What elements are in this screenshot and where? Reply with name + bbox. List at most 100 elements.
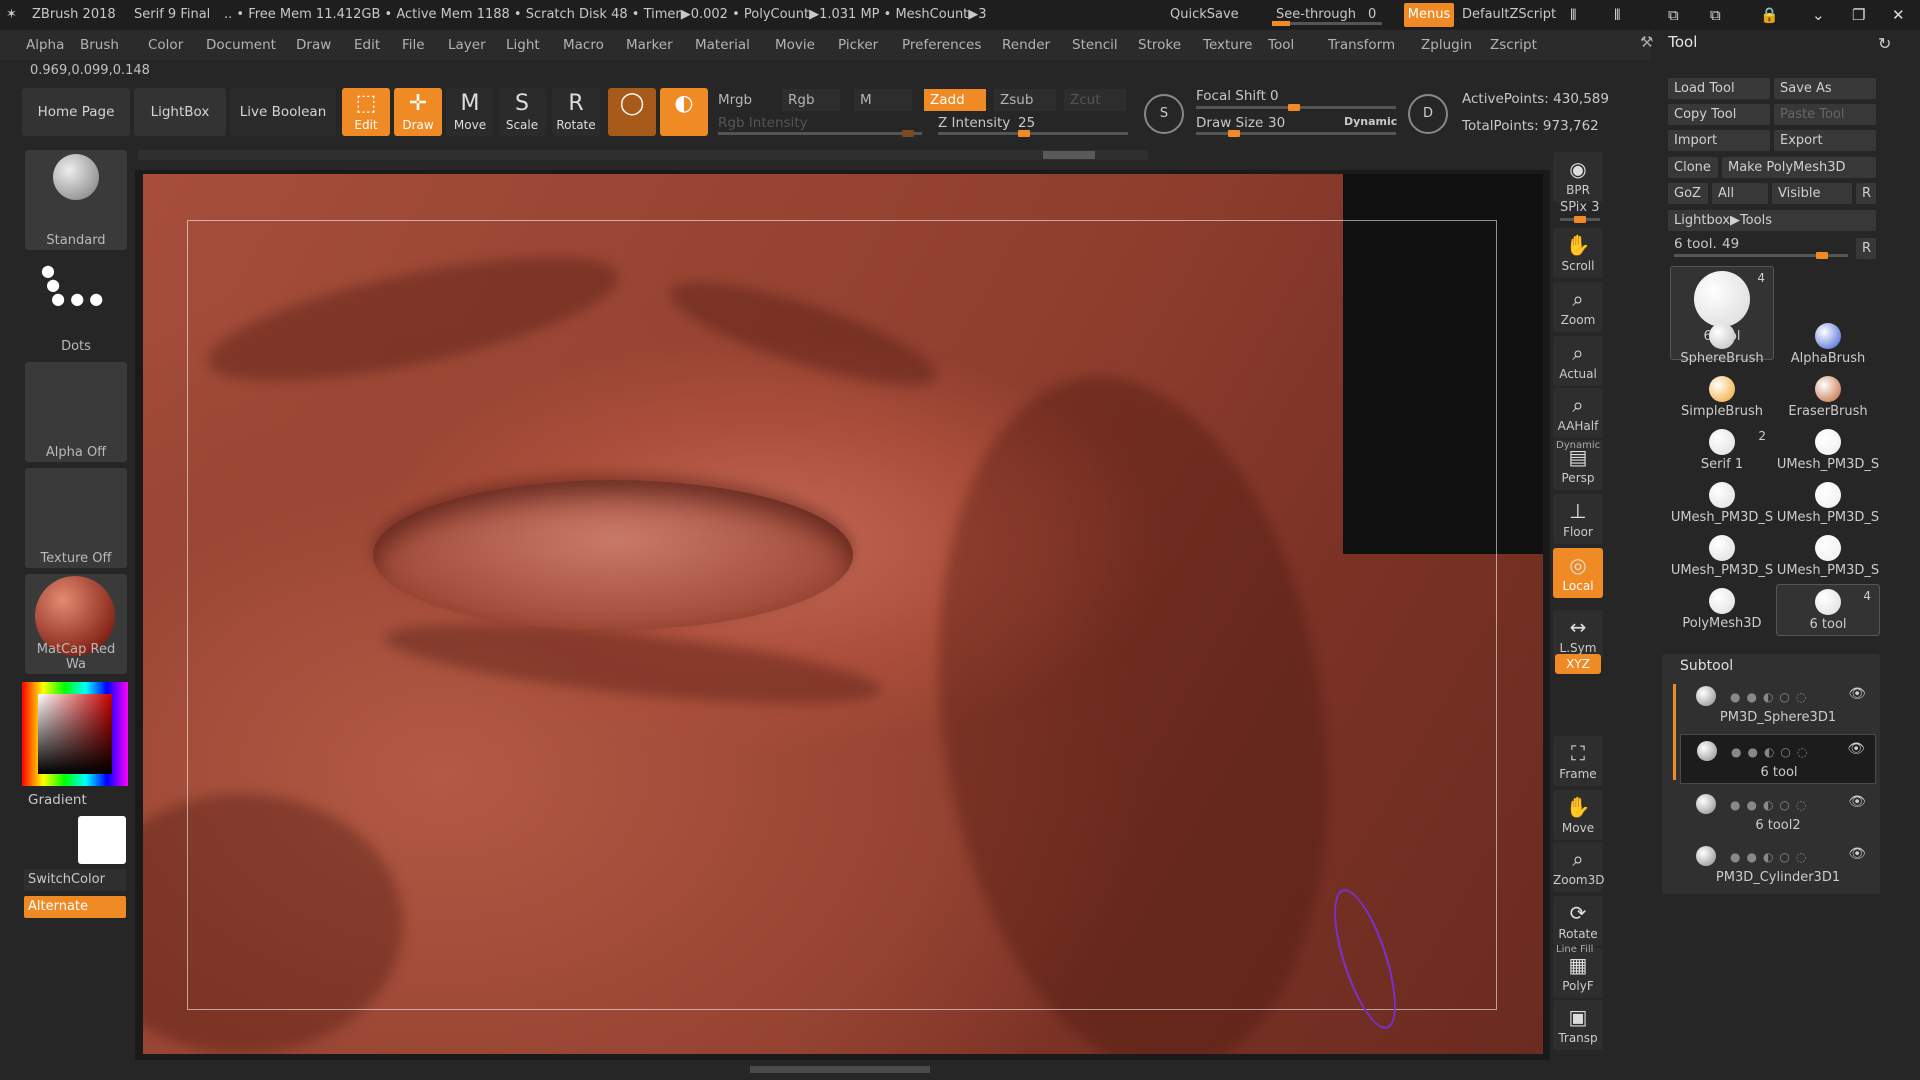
live-boolean-button[interactable]: Live Boolean	[230, 88, 336, 136]
menu-zscript[interactable]: Zscript	[1490, 37, 1537, 53]
menu-marker[interactable]: Marker	[626, 37, 673, 53]
draw-size-slider[interactable]	[1196, 130, 1396, 137]
menu-movie[interactable]: Movie	[775, 37, 815, 53]
default-zscript-button[interactable]: DefaultZScript	[1462, 7, 1556, 22]
layout-icon[interactable]: ⧉	[1668, 6, 1679, 24]
menu-color[interactable]: Color	[148, 37, 183, 53]
tool-item-6-tool[interactable]: 6 tool 4	[1776, 584, 1880, 636]
zcut-button[interactable]: Zcut	[1064, 89, 1126, 111]
material-sphere-button[interactable]: ◯	[608, 88, 656, 136]
goz-r-button[interactable]: R	[1856, 183, 1876, 204]
close-icon[interactable]: ✕	[1892, 6, 1905, 24]
see-through-label[interactable]: See-through	[1276, 7, 1356, 22]
paste-tool-button[interactable]: Paste Tool	[1774, 104, 1876, 125]
visibility-eye-icon[interactable]: 👁	[1848, 686, 1866, 702]
tool-item-polymesh3d[interactable]: PolyMesh3D	[1670, 584, 1774, 636]
menu-document[interactable]: Document	[206, 37, 276, 53]
menu-edit[interactable]: Edit	[354, 37, 380, 53]
quicksave-button[interactable]: QuickSave	[1170, 7, 1239, 22]
tool-item-umesh-pm3d-s[interactable]: UMesh_PM3D_S	[1670, 478, 1774, 530]
tool-item-simplebrush[interactable]: SimpleBrush	[1670, 372, 1774, 424]
menu-macro[interactable]: Macro	[563, 37, 604, 53]
z-intensity-slider[interactable]	[938, 130, 1128, 137]
tool-palette-reset-icon[interactable]: ↻	[1878, 34, 1891, 53]
subtool-toggles-icon[interactable]: ●●◐○◌	[1731, 745, 1813, 759]
focal-shift-slider[interactable]	[1196, 104, 1396, 111]
subtool-row[interactable]: ●●◐○◌ 👁 PM3D_Cylinder3D1	[1680, 840, 1876, 890]
visibility-eye-icon[interactable]: 👁	[1847, 741, 1865, 757]
draw-mode-button[interactable]: ✛ Draw	[394, 88, 442, 136]
rgb-intensity-slider[interactable]	[718, 130, 922, 137]
d-brush-icon[interactable]: D	[1408, 94, 1448, 134]
menu-texture[interactable]: Texture	[1203, 37, 1252, 53]
menu-preferences[interactable]: Preferences	[902, 37, 981, 53]
secondary-color-swatch[interactable]	[78, 816, 126, 864]
menu-file[interactable]: File	[402, 37, 425, 53]
subtool-toggles-icon[interactable]: ●●◐○◌	[1730, 850, 1812, 864]
menu-tool[interactable]: Tool	[1268, 37, 1294, 53]
view-l-sym-button[interactable]: ↔ L.Sym	[1553, 610, 1603, 660]
visibility-eye-icon[interactable]: 👁	[1848, 794, 1866, 810]
home-page-button[interactable]: Home Page	[22, 88, 130, 136]
view-floor-button[interactable]: ⊥ Floor	[1553, 494, 1603, 544]
goz-all-button[interactable]: All	[1712, 183, 1768, 204]
tool-item-alphabrush[interactable]: AlphaBrush	[1776, 319, 1880, 371]
s-brush-icon[interactable]: S	[1144, 94, 1184, 134]
tool-slider[interactable]	[1674, 252, 1848, 259]
menu-transform[interactable]: Transform	[1328, 37, 1395, 53]
view-local-button[interactable]: ◎ Local	[1553, 548, 1603, 598]
tool-item-umesh-pm3d-s[interactable]: UMesh_PM3D_S	[1776, 425, 1880, 477]
lightbox-tools-button[interactable]: Lightbox▶Tools	[1668, 210, 1876, 231]
menus-toggle-button[interactable]: Menus	[1404, 3, 1454, 27]
canvas-bottom-scrollbar[interactable]	[750, 1066, 930, 1073]
menu-brush[interactable]: Brush	[80, 37, 119, 53]
menu-zplugin[interactable]: Zplugin	[1421, 37, 1472, 53]
spix-slider[interactable]	[1560, 216, 1600, 223]
zsub-button[interactable]: Zsub	[994, 89, 1056, 111]
restore-icon[interactable]: ❐	[1852, 6, 1865, 24]
stroke-selector[interactable]: ● ● ● ● ● Dots	[25, 256, 127, 356]
dynamic-toggle[interactable]: Dynamic	[1344, 115, 1397, 128]
see-through-slider[interactable]	[1272, 21, 1382, 26]
export-button[interactable]: Export	[1774, 130, 1876, 151]
visibility-eye-icon[interactable]: 👁	[1848, 846, 1866, 862]
tool-item-serif-1[interactable]: Serif 1 2	[1670, 425, 1774, 477]
view-rotate-button[interactable]: ⟳ Rotate	[1553, 896, 1603, 946]
color-square[interactable]	[38, 694, 112, 774]
tool-item-spherebrush[interactable]: SphereBrush	[1670, 319, 1774, 371]
view-bpr-button[interactable]: ◉ BPR	[1553, 152, 1603, 202]
subtool-row[interactable]: ●●◐○◌ 👁 PM3D_Sphere3D1	[1680, 680, 1876, 730]
tool-item-umesh-pm3d-s[interactable]: UMesh_PM3D_S	[1776, 478, 1880, 530]
rgb-button[interactable]: Rgb	[782, 89, 840, 111]
alternate-button[interactable]: Alternate	[24, 896, 126, 918]
menu-stroke[interactable]: Stroke	[1138, 37, 1181, 53]
menu-alpha[interactable]: Alpha	[26, 37, 64, 53]
subtool-row[interactable]: ●●◐○◌ 👁 6 tool	[1680, 734, 1876, 784]
lightbox-button[interactable]: LightBox	[134, 88, 226, 136]
minimize-icon[interactable]: ⌄	[1812, 6, 1825, 24]
save-as-button[interactable]: Save As	[1774, 78, 1876, 99]
menu-render[interactable]: Render	[1002, 37, 1050, 53]
switch-color-button[interactable]: SwitchColor	[24, 869, 126, 891]
spix-label[interactable]: SPix 3	[1560, 200, 1600, 215]
tool-slider-r-button[interactable]: R	[1856, 238, 1876, 259]
view-aahalf-button[interactable]: ⌕ AAHalf	[1553, 388, 1603, 438]
lock-icon[interactable]: 🔒	[1760, 6, 1779, 24]
zadd-button[interactable]: Zadd	[924, 89, 986, 111]
copy-tool-button[interactable]: Copy Tool	[1668, 104, 1770, 125]
view-frame-button[interactable]: ⛶ Frame	[1553, 736, 1603, 786]
hide-right-shelf-icon[interactable]: ⦀	[1614, 6, 1621, 24]
material-selector[interactable]: MatCap Red Wa	[25, 574, 127, 674]
m-button[interactable]: M	[854, 89, 912, 111]
subtool-toggles-icon[interactable]: ●●◐○◌	[1730, 798, 1812, 812]
menu-stencil[interactable]: Stencil	[1072, 37, 1118, 53]
view-transp-button[interactable]: ▣ Transp	[1553, 1000, 1603, 1050]
view-move-button[interactable]: ✋ Move	[1553, 790, 1603, 840]
make-polymesh3d-button[interactable]: Make PolyMesh3D	[1722, 157, 1876, 178]
view-scroll-button[interactable]: ✋ Scroll	[1553, 228, 1603, 278]
layout-alt-icon[interactable]: ⧉	[1710, 6, 1721, 24]
rotate-mode-button[interactable]: R Rotate	[552, 88, 600, 136]
texture-selector[interactable]: Texture Off	[25, 468, 127, 568]
view-zoom3d-button[interactable]: ⌕ Zoom3D	[1553, 842, 1604, 892]
goz-button[interactable]: GoZ	[1668, 183, 1708, 204]
